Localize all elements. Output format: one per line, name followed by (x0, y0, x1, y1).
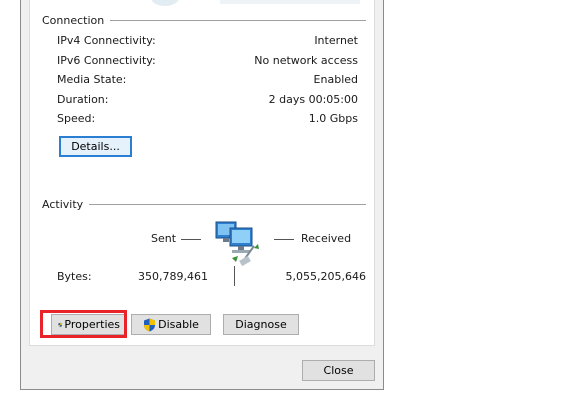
ipv6-label: IPv6 Connectivity: (57, 54, 156, 67)
connection-group-rule (106, 20, 366, 21)
speed-label: Speed: (57, 112, 96, 125)
sent-connector (181, 239, 201, 240)
media-state-value: Enabled (313, 73, 358, 86)
watermark-icon (150, 0, 180, 6)
bytes-label: Bytes: (57, 270, 92, 283)
status-dialog: Connection IPv4 Connectivity: Internet I… (20, 0, 384, 390)
properties-button[interactable]: Properties (51, 314, 127, 335)
uac-shield-icon (58, 322, 63, 327)
network-computers-icon (215, 221, 259, 267)
ipv4-value: Internet (314, 34, 358, 47)
disable-label: Disable (158, 318, 199, 331)
diagnose-button[interactable]: Diagnose (223, 314, 299, 335)
activity-group-rule (86, 204, 366, 205)
ipv6-value: No network access (254, 54, 358, 67)
sent-label: Sent (151, 232, 177, 245)
received-label: Received (301, 232, 352, 245)
speed-value: 1.0 Gbps (308, 112, 358, 125)
disable-button[interactable]: Disable (131, 314, 211, 335)
close-button[interactable]: Close (302, 360, 375, 381)
connection-group-title: Connection (42, 14, 111, 27)
general-panel: Connection IPv4 Connectivity: Internet I… (29, 0, 375, 346)
activity-group-title: Activity (42, 198, 90, 211)
duration-label: Duration: (57, 93, 109, 106)
ipv4-label: IPv4 Connectivity: (57, 34, 156, 47)
bytes-received-value: 5,055,205,646 (285, 270, 366, 283)
uac-shield-icon (144, 318, 156, 331)
activity-divider (234, 266, 235, 286)
received-connector (274, 239, 294, 240)
watermark-decoration (220, 0, 360, 4)
bytes-sent-value: 350,789,461 (138, 270, 208, 283)
duration-value: 2 days 00:05:00 (268, 93, 358, 106)
details-button[interactable]: Details... (59, 136, 132, 157)
media-state-label: Media State: (57, 73, 127, 86)
properties-label: Properties (64, 318, 120, 331)
